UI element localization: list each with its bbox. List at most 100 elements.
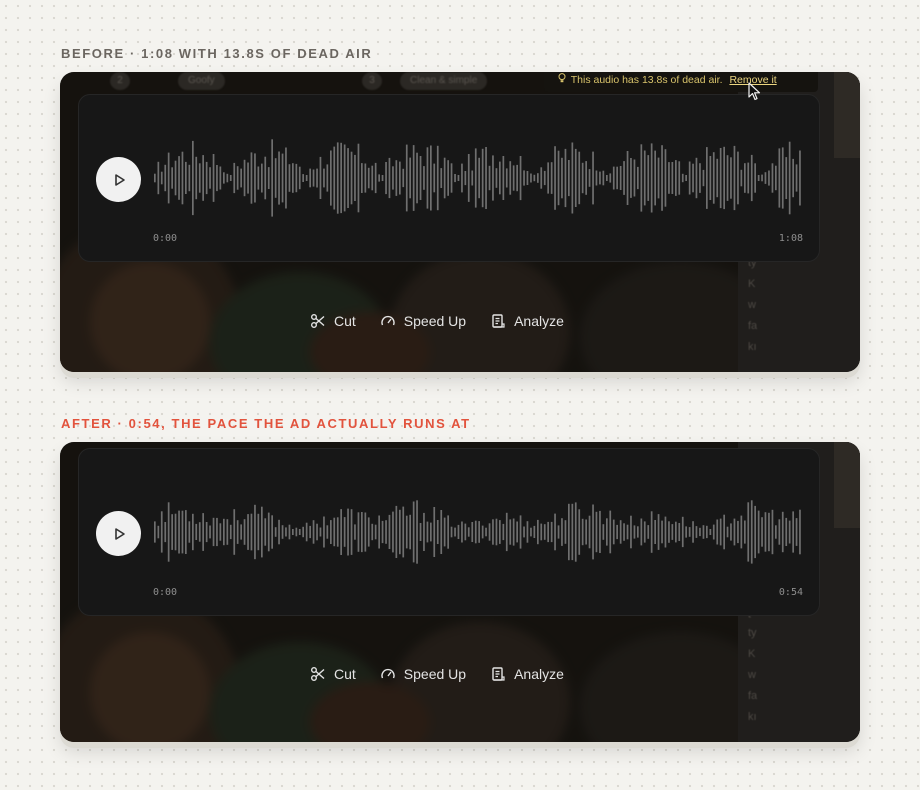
waveform-bar [378,174,380,182]
waveform-bar [471,522,474,542]
waveform-bar [316,523,318,541]
cut-button[interactable]: Cut [310,313,356,329]
waveform-bar [261,163,263,193]
waveform-bar [719,518,722,546]
speed-up-button[interactable]: Speed Up [380,666,466,682]
waveform-bar [423,166,425,190]
audio-player: 0:00 0:54 [78,448,820,616]
waveform-bar [643,521,646,543]
waveform-bar [599,171,601,185]
waveform-bar [209,525,211,539]
waveform-bar [681,516,684,548]
waveform-bar [571,142,574,214]
waveform-bar [557,525,560,539]
waveform-bar [250,152,253,204]
waveform-bar [533,525,536,538]
speed-up-button[interactable]: Speed Up [380,313,466,329]
waveform-bar [537,519,539,545]
waveform-bar [188,521,191,543]
waveform-bar [719,148,722,209]
waveform-bar [267,512,270,552]
waveform-bar [543,170,546,186]
duration: 0:54 [778,587,803,598]
waveform-bar [381,175,384,181]
waveform-bar [247,162,249,194]
after-panel: [s ty K w fa kı 0:00 0:54 Cut Speed Up A… [60,442,860,742]
lightbulb-icon [558,73,568,86]
waveform-bar [485,527,487,537]
background-step-chips: 2 Goofy 3 Clean & simple [100,72,560,92]
waveform-bar [461,521,463,543]
waveform-bar [364,512,367,552]
waveform-bar [409,514,411,550]
waveform-bar [285,527,287,537]
waveform-bar [185,510,187,554]
waveform-bar [737,520,739,544]
waveform-bar [623,161,625,195]
waveform-bar [347,148,349,208]
waveform-bar [202,513,204,551]
waveform-bar [640,144,643,212]
waveform-bar [450,163,453,193]
waveform-bar [750,154,753,202]
waveform-bar [316,168,318,188]
waveform-bar [519,515,522,549]
waveform-bar [654,150,656,206]
waveform-bar [264,156,267,200]
analyze-button[interactable]: Analyze [490,313,564,329]
waveform-bar [612,166,615,190]
waveform-bar [671,524,674,540]
waveform-bar [430,145,432,211]
waveform-bar [740,169,743,187]
waveform-bar [678,523,681,541]
waveform-bar [457,524,460,539]
waveform-bar [688,161,691,195]
waveform-bar [595,511,598,553]
waveform-bar [616,166,618,190]
waveform-bar [240,168,242,188]
play-button[interactable] [96,157,141,202]
waveform-bar [267,167,270,189]
waveform-bar [564,148,567,208]
waveform[interactable] [153,487,805,577]
waveform-bar [436,520,439,544]
side-thumbnail [834,72,860,158]
waveform-bar [205,522,208,543]
waveform-bar [561,157,563,199]
analyze-button[interactable]: Analyze [490,666,564,682]
dead-air-notice: This audio has 13.8s of dead air. Remove… [544,72,818,92]
waveform-bar [716,158,719,198]
play-button[interactable] [96,511,141,556]
waveform-bar [543,524,546,540]
waveform-bar [799,509,801,555]
waveform-bar [612,519,615,545]
waveform-bar [778,148,781,208]
waveform-bar [702,525,705,539]
waveform-bar [723,146,725,210]
waveform-bar [768,512,770,552]
waveform-bar [619,166,622,190]
waveform-bar [637,526,639,538]
waveform-bar [499,520,501,544]
waveform-bar [454,527,456,537]
waveform-bar [712,524,715,540]
gauge-icon [381,315,395,326]
waveform-bar [440,168,443,188]
waveform-bar [681,173,684,183]
current-time: 0:00 [153,587,178,598]
waveform-bar [726,155,729,201]
waveform-bar [226,173,229,183]
waveform-bar [381,520,384,544]
waveform[interactable] [153,133,805,223]
waveform-bar [298,529,301,535]
waveform-bar [588,515,591,549]
speed-up-label: Speed Up [403,666,467,682]
waveform-bar [343,517,346,547]
waveform-bar [205,161,208,195]
waveform-bar [185,161,187,194]
waveform-bar [716,519,719,545]
waveform-bar [212,154,215,202]
waveform-bar [775,525,777,539]
waveform-bar [298,166,301,190]
cut-button[interactable]: Cut [310,666,356,682]
